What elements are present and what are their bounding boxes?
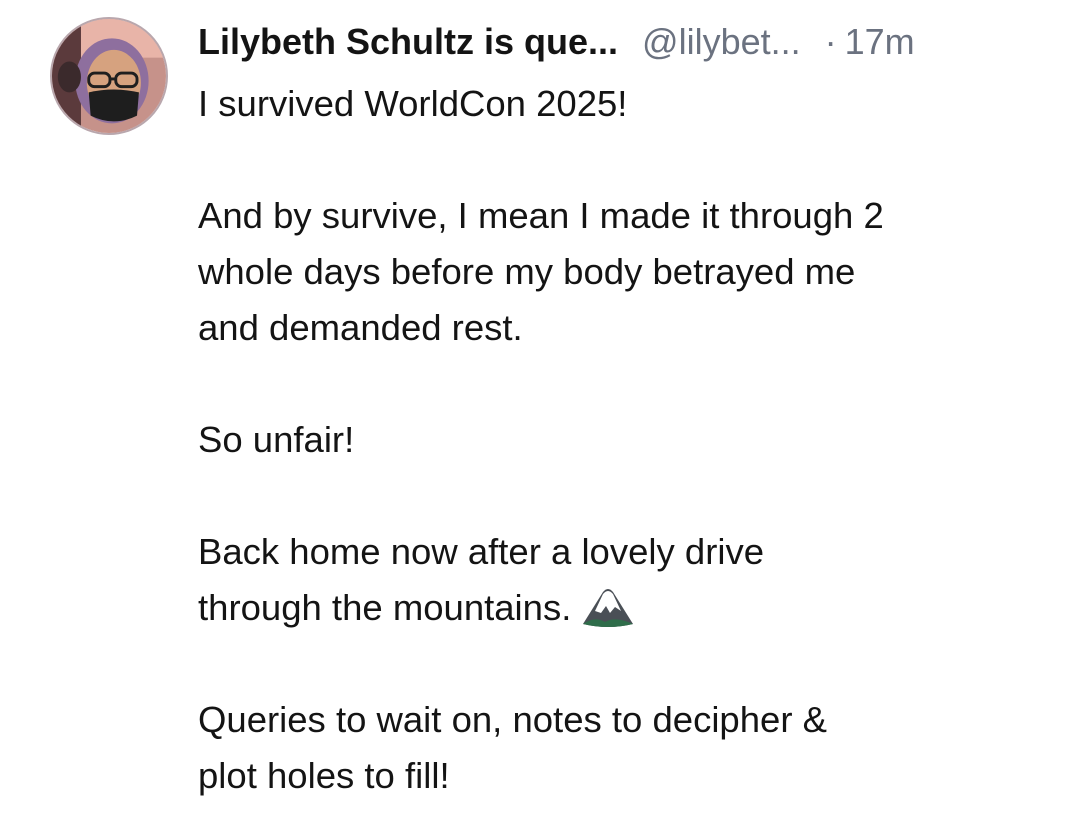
post: Lilybeth Schultz is que... @lilybet... ·…: [0, 0, 1080, 817]
post-text-line: and demanded rest.: [198, 307, 523, 348]
post-text-line: plot holes to fill!: [198, 755, 450, 796]
mountain-emoji-icon: [581, 586, 635, 628]
author-handle[interactable]: @lilybet...: [642, 21, 801, 63]
post-header: Lilybeth Schultz is que... @lilybet... ·…: [198, 18, 915, 66]
post-text-line: I survived WorldCon 2025!: [198, 83, 628, 124]
separator-dot: ·: [824, 21, 837, 62]
post-body: I survived WorldCon 2025! And by survive…: [198, 76, 1058, 804]
post-timestamp[interactable]: 17m: [845, 21, 915, 63]
post-paragraph-4: Back home now after a lovely drive throu…: [198, 524, 1058, 636]
post-paragraph-5: Queries to wait on, notes to decipher & …: [198, 692, 1058, 804]
post-text-line: Queries to wait on, notes to decipher &: [198, 699, 827, 740]
post-text-fragment: through the mountains.: [198, 587, 572, 628]
author-display-name[interactable]: Lilybeth Schultz is que...: [198, 21, 618, 63]
post-paragraph-2: And by survive, I mean I made it through…: [198, 188, 1058, 356]
post-text-line: Back home now after a lovely drive: [198, 531, 765, 572]
post-text-line: whole days before my body betrayed me: [198, 251, 856, 292]
post-paragraph-3: So unfair!: [198, 412, 1058, 468]
post-text-line: So unfair!: [198, 419, 355, 460]
profile-photo-icon: [52, 19, 166, 133]
author-avatar[interactable]: [50, 17, 168, 135]
post-paragraph-1: I survived WorldCon 2025!: [198, 76, 1058, 132]
post-text-line: And by survive, I mean I made it through…: [198, 195, 884, 236]
post-text-line-with-emoji: through the mountains.: [198, 580, 1058, 636]
